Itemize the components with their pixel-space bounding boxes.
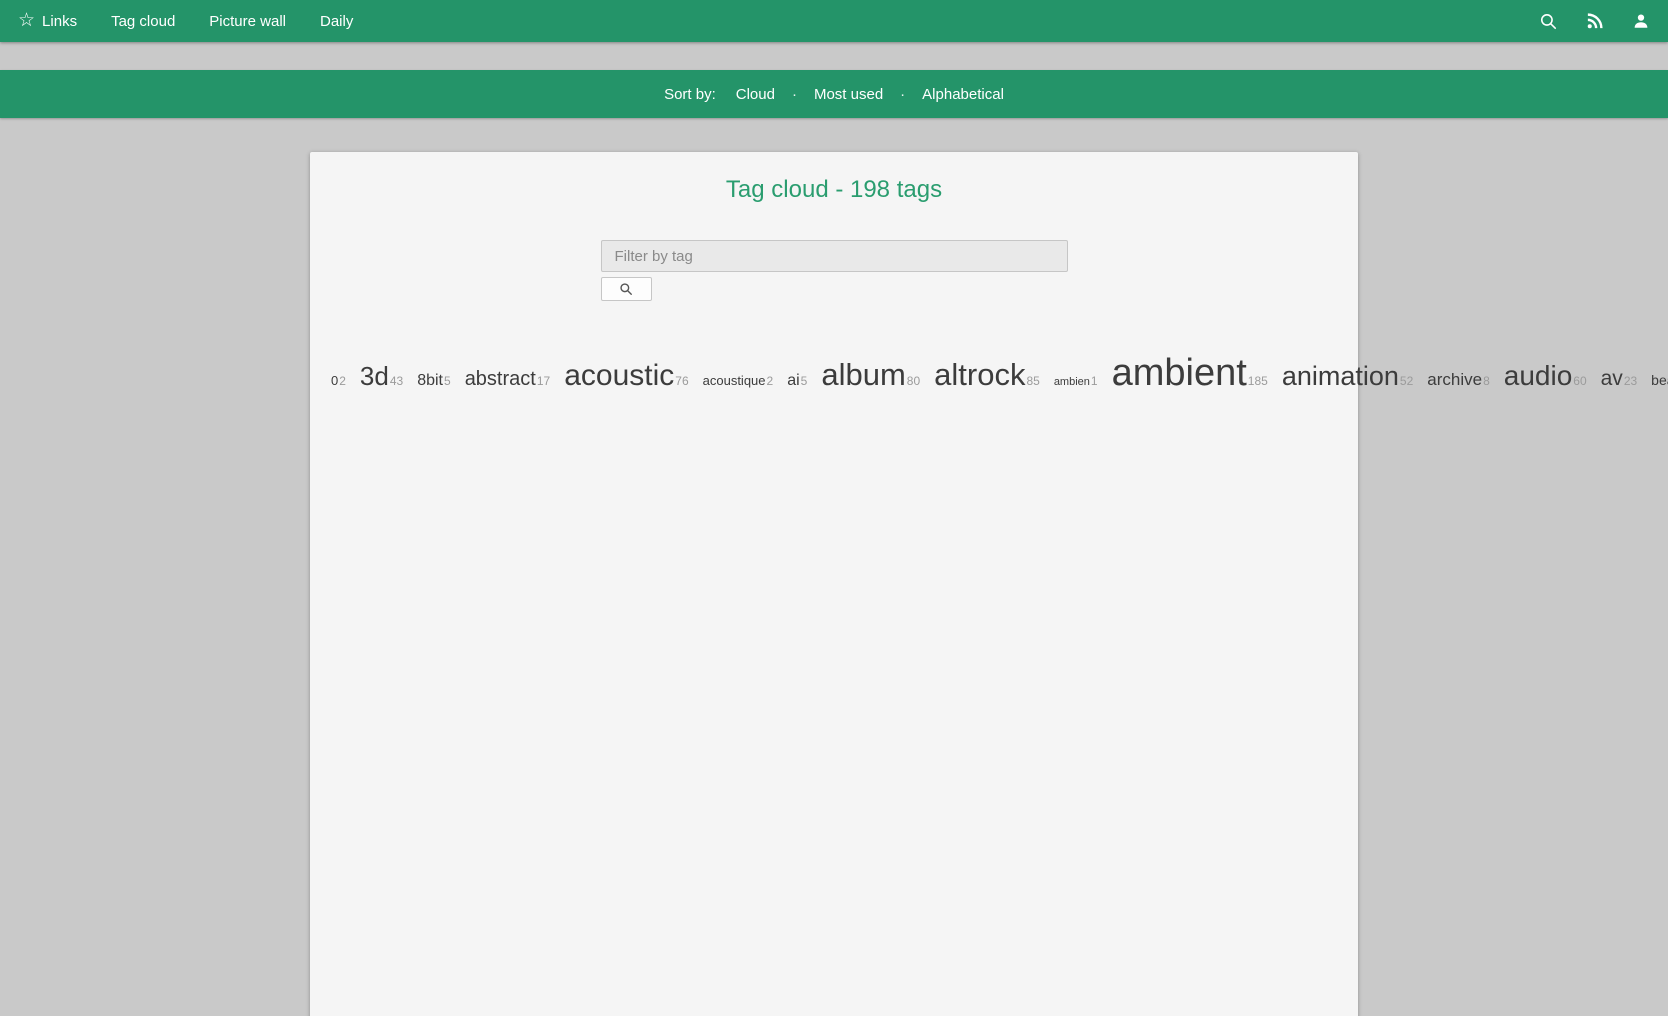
- tag-cloud-item[interactable]: audio60: [1504, 360, 1587, 391]
- tag-label: animation: [1282, 361, 1399, 391]
- nav-left: ☆ Links Tag cloud Picture wall Daily: [18, 12, 353, 31]
- tag-label: 0: [331, 373, 338, 388]
- nav-item-links-label: Links: [42, 13, 77, 30]
- tag-count: 2: [767, 374, 774, 388]
- tag-cloud-item[interactable]: acoustic76: [564, 359, 688, 392]
- tag-count: 5: [444, 374, 451, 388]
- tag-count: 85: [1026, 374, 1039, 388]
- sort-by-label: Sort by:: [664, 86, 716, 103]
- nav-item-tag-cloud[interactable]: Tag cloud: [111, 13, 175, 30]
- magnifier-icon: [619, 282, 633, 296]
- tag-cloud-item[interactable]: album80: [821, 357, 920, 392]
- tag-cloud-item[interactable]: 3d43: [360, 361, 403, 391]
- tag-label: beatbox: [1651, 372, 1668, 388]
- sort-option-most-used[interactable]: Most used: [814, 86, 883, 103]
- tag-count: 5: [801, 374, 808, 388]
- tag-cloud-item[interactable]: beatbox4: [1651, 372, 1668, 388]
- tag-label: altrock: [934, 357, 1025, 392]
- tag-count: 1: [1091, 374, 1098, 388]
- tag-count: 52: [1400, 374, 1413, 388]
- tag-label: acoustic: [564, 359, 674, 392]
- tag-label: ambient: [1112, 352, 1247, 394]
- tag-label: ambien: [1054, 376, 1090, 388]
- separator-dot: ·: [792, 86, 797, 103]
- top-navbar: ☆ Links Tag cloud Picture wall Daily: [0, 0, 1668, 42]
- search-icon[interactable]: [1539, 12, 1558, 31]
- tag-cloud-item[interactable]: 8bit5: [417, 372, 450, 389]
- tag-label: 8bit: [417, 372, 443, 389]
- tag-label: av: [1601, 367, 1623, 390]
- tag-cloud-item[interactable]: animation52: [1282, 361, 1413, 391]
- separator-dot: ·: [900, 86, 905, 103]
- user-icon[interactable]: [1632, 12, 1650, 30]
- nav-right: [1539, 12, 1650, 31]
- tag-count: 60: [1573, 374, 1586, 388]
- filter-search-button[interactable]: [601, 277, 652, 301]
- tag-cloud-item[interactable]: abstract17: [465, 368, 551, 390]
- filter-by-tag-input[interactable]: [601, 240, 1068, 272]
- tag-cloud-item[interactable]: ai5: [787, 372, 807, 389]
- tag-label: ai: [787, 372, 799, 389]
- tag-count: 8: [1483, 374, 1490, 388]
- tag-count: 23: [1624, 374, 1637, 388]
- tag-cloud-card: Tag cloud - 198 tags 023d438bit5abstract…: [310, 152, 1358, 1016]
- tag-label: archive: [1427, 370, 1482, 389]
- tag-count: 2: [339, 374, 346, 388]
- tag-cloud-item[interactable]: archive8: [1427, 370, 1490, 389]
- tag-cloud-item[interactable]: ambien1: [1054, 376, 1098, 388]
- nav-item-picture-wall[interactable]: Picture wall: [209, 13, 286, 30]
- tag-label: abstract: [465, 368, 536, 390]
- sort-option-cloud[interactable]: Cloud: [736, 86, 775, 103]
- tag-count: 185: [1248, 374, 1268, 388]
- tag-cloud-item[interactable]: acoustique2: [703, 373, 774, 388]
- tag-count: 76: [675, 374, 688, 388]
- filter-form: [601, 240, 1068, 301]
- tag-count: 43: [390, 374, 403, 388]
- page-title: Tag cloud - 198 tags: [320, 176, 1348, 204]
- tag-count: 17: [537, 374, 550, 388]
- tag-label: audio: [1504, 360, 1573, 391]
- sort-bar: Sort by: Cloud · Most used · Alphabetica…: [0, 70, 1668, 118]
- nav-item-links[interactable]: ☆ Links: [18, 12, 77, 31]
- tag-label: 3d: [360, 361, 389, 391]
- tag-cloud-item[interactable]: 02: [331, 373, 346, 388]
- tag-cloud-item[interactable]: altrock85: [934, 357, 1040, 392]
- tag-cloud: 023d438bit5abstract17acoustic76acoustiqu…: [320, 323, 1348, 400]
- sort-option-alphabetical[interactable]: Alphabetical: [922, 86, 1004, 103]
- rss-icon[interactable]: [1586, 12, 1604, 30]
- tag-cloud-item[interactable]: av23: [1601, 367, 1638, 390]
- star-icon: ☆: [18, 11, 35, 30]
- tag-label: acoustique: [703, 373, 766, 388]
- tag-count: 80: [907, 374, 920, 388]
- tag-label: album: [821, 357, 905, 392]
- nav-item-daily[interactable]: Daily: [320, 13, 353, 30]
- tag-cloud-item[interactable]: ambient185: [1112, 352, 1268, 394]
